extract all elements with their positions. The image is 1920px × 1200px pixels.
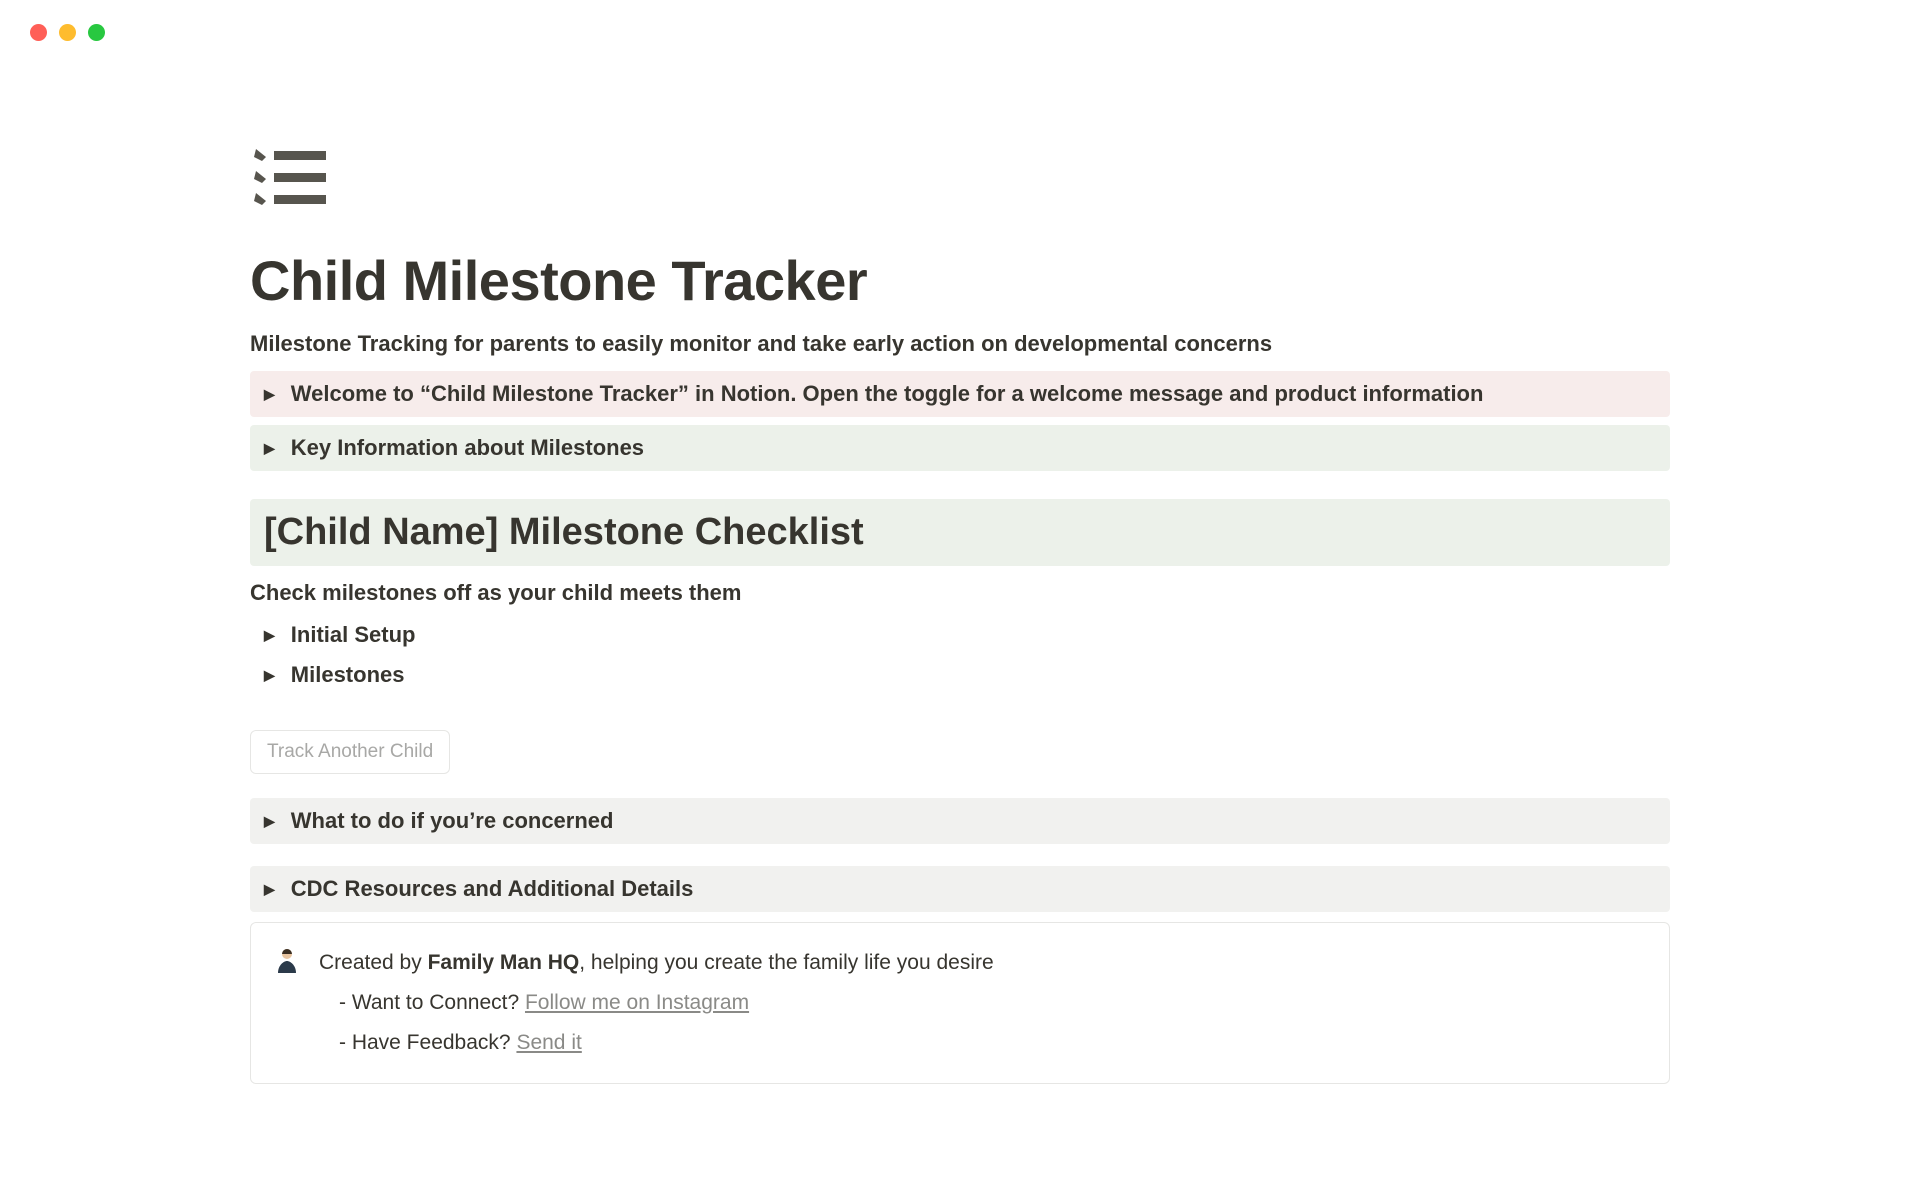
created-by-prefix: Created by (319, 951, 428, 974)
created-by-name: Family Man HQ (428, 951, 580, 974)
toggle-concerned-label: What to do if you’re concerned (291, 808, 614, 834)
close-window-button[interactable] (30, 24, 47, 41)
toggle-milestones[interactable]: ▶ Milestones (250, 658, 1670, 692)
toggle-cdc-label: CDC Resources and Additional Details (291, 876, 694, 902)
toggle-concerned[interactable]: ▶ What to do if you’re concerned (250, 798, 1670, 844)
toggle-arrow-icon: ▶ (264, 881, 275, 898)
instagram-link[interactable]: Follow me on Instagram (525, 991, 749, 1014)
toggle-cdc[interactable]: ▶ CDC Resources and Additional Details (250, 866, 1670, 912)
page-icon[interactable] (250, 141, 1670, 218)
toggle-key-info[interactable]: ▶ Key Information about Milestones (250, 425, 1670, 471)
track-another-child-button[interactable]: Track Another Child (250, 730, 450, 774)
minimize-window-button[interactable] (59, 24, 76, 41)
credits-line-1: Created by Family Man HQ, helping you cr… (319, 943, 994, 983)
person-icon (273, 945, 301, 973)
window-traffic-lights (0, 0, 1920, 41)
credits-line-3: - Have Feedback? Send it (319, 1023, 994, 1063)
toggle-initial-setup[interactable]: ▶ Initial Setup (250, 618, 1670, 652)
toggle-milestones-label: Milestones (291, 662, 405, 688)
checklist-heading: [Child Name] Milestone Checklist (264, 511, 1656, 554)
checklist-heading-block[interactable]: [Child Name] Milestone Checklist (250, 499, 1670, 566)
feedback-prefix: - Have Feedback? (339, 1031, 516, 1054)
credits-body: Created by Family Man HQ, helping you cr… (319, 943, 994, 1063)
toggle-key-info-label: Key Information about Milestones (291, 435, 644, 461)
toggle-welcome[interactable]: ▶ Welcome to “Child Milestone Tracker” i… (250, 371, 1670, 417)
checklist-subtitle: Check milestones off as your child meets… (250, 580, 1670, 606)
created-by-suffix: , helping you create the family life you… (579, 951, 993, 974)
toggle-initial-setup-label: Initial Setup (291, 622, 416, 648)
fullscreen-window-button[interactable] (88, 24, 105, 41)
toggle-arrow-icon: ▶ (264, 386, 275, 403)
toggle-welcome-label: Welcome to “Child Milestone Tracker” in … (291, 381, 1484, 407)
page-title[interactable]: Child Milestone Tracker (250, 248, 1670, 313)
page-subtitle: Milestone Tracking for parents to easily… (250, 331, 1670, 357)
toggle-arrow-icon: ▶ (264, 440, 275, 457)
toggle-arrow-icon: ▶ (264, 627, 275, 644)
toggle-arrow-icon: ▶ (264, 667, 275, 684)
credits-line-2: - Want to Connect? Follow me on Instagra… (319, 983, 994, 1023)
notion-page: Child Milestone Tracker Milestone Tracki… (120, 41, 1800, 1084)
connect-prefix: - Want to Connect? (339, 991, 525, 1014)
feedback-link[interactable]: Send it (516, 1031, 581, 1054)
credits-callout: Created by Family Man HQ, helping you cr… (250, 922, 1670, 1084)
toggle-arrow-icon: ▶ (264, 813, 275, 830)
